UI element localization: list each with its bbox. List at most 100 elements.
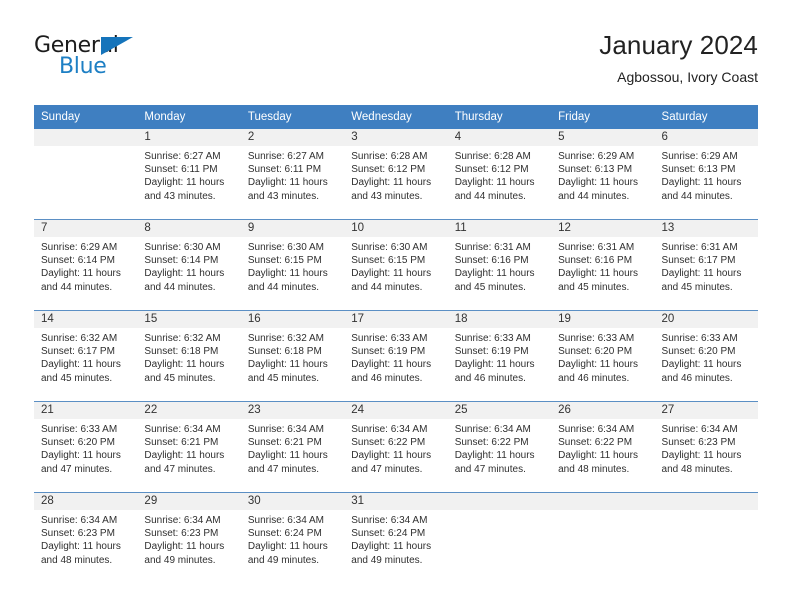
calendar-day-cell[interactable]: 13 Sunrise: 6:31 AM Sunset: 6:17 PM Dayligh…: [654, 219, 758, 311]
sun-times: Sunrise: 6:33 AM Sunset: 6:20 PM Daylight:…: [34, 419, 137, 476]
calendar-day-cell[interactable]: 5 Sunrise: 6:29 AM Sunset: 6:13 PM Daylight…: [551, 129, 655, 220]
calendar-day-cell[interactable]: 22 Sunrise: 6:34 AM Sunset: 6:21 PM Dayligh…: [137, 401, 241, 493]
sunset-text: Sunset: 6:23 PM: [41, 528, 115, 540]
daylight-line2-text: and 45 minutes.: [558, 281, 630, 293]
day-number: 2: [240, 129, 345, 146]
day-cell-content: [34, 129, 138, 219]
calendar-day-cell[interactable]: 28 Sunrise: 6:34 AM Sunset: 6:23 PM Dayligh…: [34, 492, 138, 583]
day-cell-content: [447, 493, 552, 583]
daylight-line2-text: and 44 minutes.: [454, 190, 526, 202]
day-cell-content: 27 Sunrise: 6:34 AM Sunset: 6:23 PM Dayligh…: [654, 402, 758, 492]
sunrise-text: Sunrise: 6:32 AM: [41, 333, 118, 344]
sunrise-text: Sunrise: 6:28 AM: [351, 151, 428, 162]
sunrise-text: Sunrise: 6:30 AM: [144, 242, 221, 253]
day-cell-content: 16 Sunrise: 6:32 AM Sunset: 6:18 PM Dayligh…: [240, 311, 345, 401]
calendar-day-cell[interactable]: 29 Sunrise: 6:34 AM Sunset: 6:23 PM Dayligh…: [137, 492, 241, 583]
sunrise-text: Sunrise: 6:34 AM: [247, 515, 324, 526]
sunrise-text: Sunrise: 6:33 AM: [351, 333, 428, 344]
general-blue-logo[interactable]: General Blue: [34, 28, 154, 82]
calendar-day-cell[interactable]: 31 Sunrise: 6:34 AM Sunset: 6:24 PM Dayligh…: [344, 492, 448, 583]
calendar-day-cell[interactable]: 14 Sunrise: 6:32 AM Sunset: 6:17 PM Dayligh…: [34, 310, 138, 402]
daylight-line2-text: and 46 minutes.: [661, 372, 733, 384]
daylight-line2-text: and 45 minutes.: [661, 281, 733, 293]
calendar-day-cell[interactable]: 12 Sunrise: 6:31 AM Sunset: 6:16 PM Dayligh…: [551, 219, 655, 311]
sun-times: Sunrise: 6:34 AM Sunset: 6:24 PM Daylight:…: [241, 510, 344, 567]
calendar-day-cell[interactable]: 26 Sunrise: 6:34 AM Sunset: 6:22 PM Dayligh…: [551, 401, 655, 493]
calendar-day-cell[interactable]: 20 Sunrise: 6:33 AM Sunset: 6:20 PM Dayligh…: [654, 310, 758, 402]
daylight-line2-text: and 45 minutes.: [41, 372, 113, 384]
calendar-day-cell[interactable]: 4 Sunrise: 6:28 AM Sunset: 6:12 PM Daylight…: [447, 129, 552, 220]
sunset-text: Sunset: 6:14 PM: [41, 255, 115, 267]
daylight-line1-text: Daylight: 11 hours: [351, 450, 432, 462]
calendar-day-cell[interactable]: 27 Sunrise: 6:34 AM Sunset: 6:23 PM Dayligh…: [654, 401, 758, 493]
calendar-day-cell[interactable]: 2 Sunrise: 6:27 AM Sunset: 6:11 PM Daylight…: [240, 129, 345, 220]
sunrise-text: Sunrise: 6:34 AM: [351, 424, 428, 435]
calendar-day-cell[interactable]: 3 Sunrise: 6:28 AM Sunset: 6:12 PM Daylight…: [344, 129, 448, 220]
calendar-day-cell[interactable]: 24 Sunrise: 6:34 AM Sunset: 6:22 PM Dayligh…: [344, 401, 448, 493]
calendar-day-cell[interactable]: 8 Sunrise: 6:30 AM Sunset: 6:14 PM Daylight…: [137, 219, 241, 311]
daylight-line2-text: and 44 minutes.: [558, 190, 630, 202]
sunset-text: Sunset: 6:24 PM: [247, 528, 322, 540]
calendar-day-cell[interactable]: 17 Sunrise: 6:33 AM Sunset: 6:19 PM Dayligh…: [344, 310, 448, 402]
sunrise-text: Sunrise: 6:31 AM: [661, 242, 738, 253]
calendar-body: 1 Sunrise: 6:27 AM Sunset: 6:11 PM Daylight…: [34, 129, 758, 583]
sunset-text: Sunset: 6:18 PM: [247, 346, 322, 358]
calendar-day-cell[interactable]: 30 Sunrise: 6:34 AM Sunset: 6:24 PM Dayligh…: [240, 492, 345, 583]
calendar-day-cell[interactable]: 10 Sunrise: 6:30 AM Sunset: 6:15 PM Dayligh…: [344, 219, 448, 311]
day-number: 9: [240, 220, 345, 237]
sunset-text: Sunset: 6:22 PM: [454, 437, 529, 449]
calendar-day-cell[interactable]: 9 Sunrise: 6:30 AM Sunset: 6:15 PM Daylight…: [240, 219, 345, 311]
sunrise-text: Sunrise: 6:34 AM: [41, 515, 118, 526]
sunrise-text: Sunrise: 6:34 AM: [144, 515, 221, 526]
calendar-day-cell[interactable]: 1 Sunrise: 6:27 AM Sunset: 6:11 PM Daylight…: [137, 129, 241, 220]
sun-times: Sunrise: 6:33 AM Sunset: 6:20 PM Daylight:…: [655, 328, 758, 385]
calendar-day-cell[interactable]: 25 Sunrise: 6:34 AM Sunset: 6:22 PM Dayligh…: [447, 401, 552, 493]
sun-times: Sunrise: 6:30 AM Sunset: 6:15 PM Daylight:…: [241, 237, 344, 294]
sunset-text: Sunset: 6:20 PM: [661, 346, 736, 358]
calendar-day-cell[interactable]: 7 Sunrise: 6:29 AM Sunset: 6:14 PM Daylight…: [34, 219, 138, 311]
sunset-text: Sunset: 6:22 PM: [351, 437, 426, 449]
sunrise-text: Sunrise: 6:30 AM: [247, 242, 324, 253]
sunrise-text: Sunrise: 6:34 AM: [661, 424, 738, 435]
sunset-text: Sunset: 6:23 PM: [661, 437, 736, 449]
day-cell-content: 1 Sunrise: 6:27 AM Sunset: 6:11 PM Daylight…: [137, 129, 241, 219]
daylight-line2-text: and 44 minutes.: [144, 281, 216, 293]
calendar-day-cell[interactable]: 19 Sunrise: 6:33 AM Sunset: 6:20 PM Dayligh…: [551, 310, 655, 402]
calendar-day-cell[interactable]: 11 Sunrise: 6:31 AM Sunset: 6:16 PM Dayligh…: [447, 219, 552, 311]
sunrise-text: Sunrise: 6:29 AM: [41, 242, 118, 253]
day-number: 14: [34, 311, 138, 328]
sunrise-text: Sunrise: 6:29 AM: [558, 151, 635, 162]
day-number: [447, 493, 552, 510]
sunrise-text: Sunrise: 6:34 AM: [351, 515, 428, 526]
calendar-day-cell[interactable]: 18 Sunrise: 6:33 AM Sunset: 6:19 PM Dayligh…: [447, 310, 552, 402]
sunset-text: Sunset: 6:21 PM: [247, 437, 322, 449]
daylight-line1-text: Daylight: 11 hours: [144, 541, 225, 553]
sunset-text: Sunset: 6:24 PM: [351, 528, 426, 540]
sun-times: Sunrise: 6:32 AM Sunset: 6:18 PM Daylight:…: [241, 328, 344, 385]
calendar-day-cell[interactable]: 6 Sunrise: 6:29 AM Sunset: 6:13 PM Daylight…: [654, 129, 758, 220]
calendar-day-cell[interactable]: 21 Sunrise: 6:33 AM Sunset: 6:20 PM Dayligh…: [34, 401, 138, 493]
sun-times: Sunrise: 6:34 AM Sunset: 6:22 PM Daylight:…: [551, 419, 654, 476]
day-number: 1: [137, 129, 241, 146]
sunset-text: Sunset: 6:20 PM: [41, 437, 115, 449]
day-cell-content: 29 Sunrise: 6:34 AM Sunset: 6:23 PM Dayligh…: [137, 493, 241, 583]
calendar-cell-empty: [34, 129, 138, 220]
calendar-table: Sunday Monday Tuesday Wednesday Thursday Frid…: [34, 105, 758, 583]
sun-times: Sunrise: 6:30 AM Sunset: 6:15 PM Daylight:…: [344, 237, 447, 294]
calendar-day-cell[interactable]: 15 Sunrise: 6:32 AM Sunset: 6:18 PM Dayligh…: [137, 310, 241, 402]
sun-times: Sunrise: 6:27 AM Sunset: 6:11 PM Daylight:…: [241, 146, 344, 203]
calendar-day-cell[interactable]: 23 Sunrise: 6:34 AM Sunset: 6:21 PM Dayligh…: [240, 401, 345, 493]
calendar-day-cell[interactable]: 16 Sunrise: 6:32 AM Sunset: 6:18 PM Dayligh…: [240, 310, 345, 402]
day-number: 22: [137, 402, 241, 419]
weekday-header-monday: Monday: [137, 105, 241, 129]
sunrise-text: Sunrise: 6:30 AM: [351, 242, 428, 253]
sunset-text: Sunset: 6:13 PM: [558, 164, 633, 176]
sun-times: Sunrise: 6:28 AM Sunset: 6:12 PM Daylight:…: [344, 146, 447, 203]
sunset-text: Sunset: 6:22 PM: [558, 437, 633, 449]
sunrise-text: Sunrise: 6:29 AM: [661, 151, 738, 162]
daylight-line2-text: and 44 minutes.: [41, 281, 113, 293]
day-cell-content: 3 Sunrise: 6:28 AM Sunset: 6:12 PM Daylight…: [344, 129, 448, 219]
daylight-line2-text: and 47 minutes.: [41, 463, 113, 475]
day-cell-content: 17 Sunrise: 6:33 AM Sunset: 6:19 PM Dayligh…: [344, 311, 448, 401]
sunset-text: Sunset: 6:21 PM: [144, 437, 219, 449]
